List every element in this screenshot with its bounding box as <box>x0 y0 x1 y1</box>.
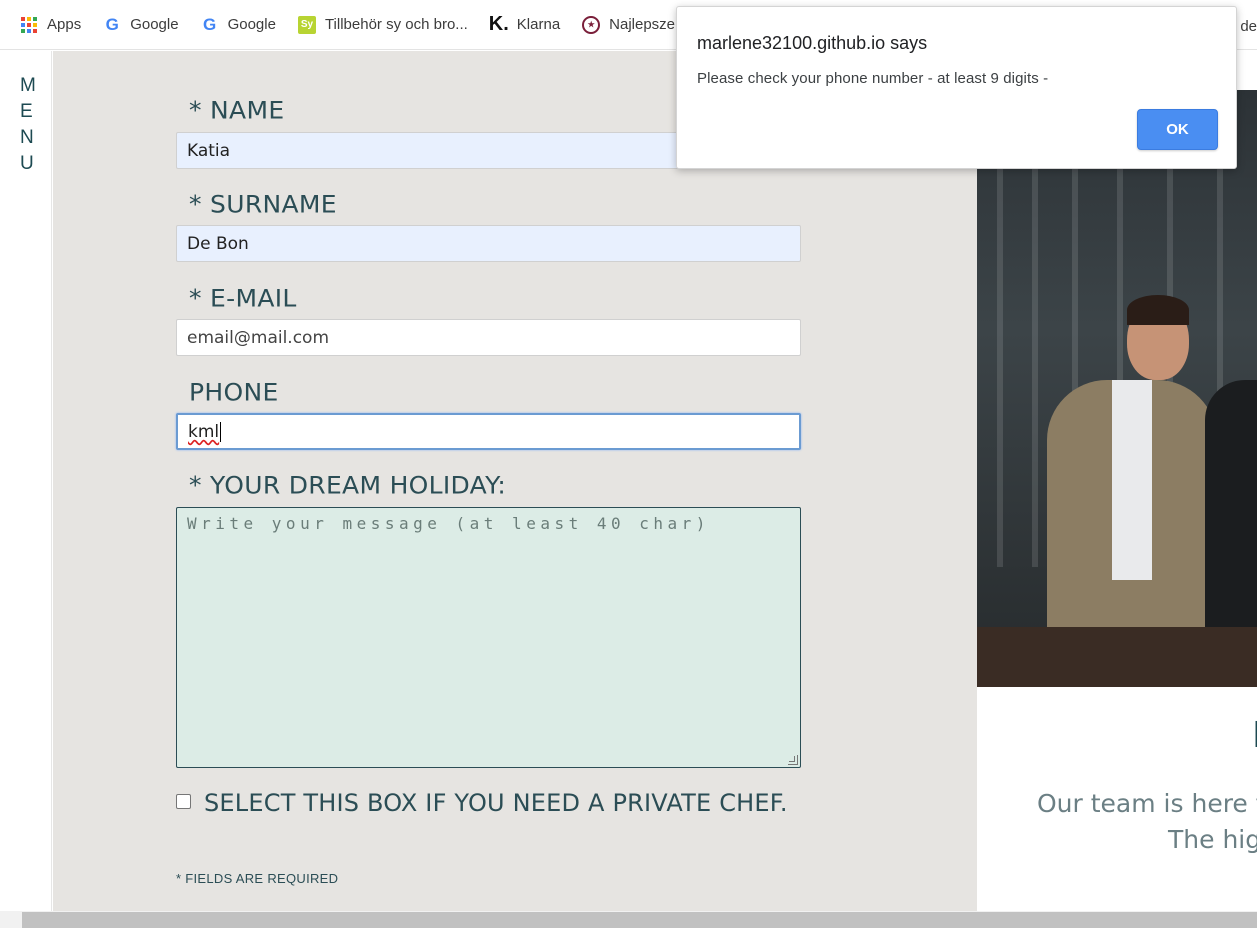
menu-letter: M <box>20 75 37 96</box>
surname-value: De Bon <box>187 233 249 254</box>
name-label: * NAME <box>189 96 285 125</box>
private-chef-label[interactable]: SELECT THIS BOX IF YOU NEED A PRIVATE CH… <box>204 789 788 817</box>
bookmark-tillbehor[interactable]: Sy Tillbehör sy och bro... <box>297 15 468 34</box>
phone-label: PHONE <box>189 378 279 407</box>
resize-handle-icon[interactable] <box>788 755 798 765</box>
surname-label: * SURNAME <box>189 190 337 219</box>
side-menu: M E N U <box>0 51 52 911</box>
horizontal-scrollbar[interactable] <box>0 911 1257 928</box>
contact-form: * NAME Katia * SURNAME De Bon * E-MAIL e… <box>53 51 977 911</box>
phone-value: kml <box>188 421 220 442</box>
team-text: Our team is here t <box>1037 789 1257 818</box>
team-section: I Our team is here t The hig <box>977 687 1257 911</box>
team-photo <box>977 90 1257 687</box>
email-placeholder: email@mail.com <box>187 327 330 348</box>
text-caret <box>220 421 222 442</box>
bookmark-najlepsze[interactable]: ★ Najlepsze <box>582 15 676 34</box>
required-fields-note: * FIELDS ARE REQUIRED <box>176 871 339 886</box>
menu-toggle[interactable]: M E N U <box>20 73 37 177</box>
klarna-icon: K. <box>488 13 509 35</box>
bookmark-google-1[interactable]: G Google <box>103 14 179 34</box>
najlepsze-icon: ★ <box>582 15 601 34</box>
bookmark-overflow-text[interactable]: de <box>1240 18 1257 35</box>
holiday-placeholder: Write your message (at least 40 char) <box>187 514 710 533</box>
private-chef-checkbox[interactable] <box>176 794 191 809</box>
bookmark-klarna[interactable]: K. Klarna <box>488 13 561 35</box>
bookmark-label: Najlepsze <box>609 16 676 33</box>
holiday-label: * YOUR DREAM HOLIDAY: <box>189 471 507 500</box>
phone-input[interactable]: kml <box>176 413 801 450</box>
alert-dialog: marlene32100.github.io says Please check… <box>676 6 1237 169</box>
bookmark-google-2[interactable]: G Google <box>201 14 276 34</box>
bookmark-label: Google <box>130 16 179 33</box>
bookmark-label: Klarna <box>516 16 561 33</box>
sy-icon: Sy <box>297 15 316 34</box>
bookmark-label: Apps <box>47 16 82 33</box>
menu-letter: N <box>20 127 35 148</box>
ok-button[interactable]: OK <box>1137 109 1218 150</box>
surname-input[interactable]: De Bon <box>176 225 801 262</box>
bookmark-label: Tillbehör sy och bro... <box>324 16 468 33</box>
google-icon: G <box>105 14 119 34</box>
menu-letter: E <box>20 101 34 122</box>
name-value: Katia <box>187 140 231 161</box>
dialog-title: marlene32100.github.io says <box>697 33 928 53</box>
team-text: The hig <box>1168 825 1257 854</box>
apps-grid-icon <box>20 16 38 34</box>
holiday-textarea[interactable]: Write your message (at least 40 char) <box>176 507 801 768</box>
menu-letter: U <box>20 153 35 174</box>
bookmark-apps[interactable]: Apps <box>20 16 81 34</box>
dialog-message: Please check your phone number - at leas… <box>697 70 1049 87</box>
email-label: * E-MAIL <box>189 284 297 313</box>
scrollbar-thumb[interactable] <box>22 912 1257 928</box>
email-input[interactable]: email@mail.com <box>176 319 801 356</box>
google-icon: G <box>202 14 217 34</box>
team-heading: I <box>1252 715 1257 756</box>
bookmark-label: Google <box>227 16 276 33</box>
